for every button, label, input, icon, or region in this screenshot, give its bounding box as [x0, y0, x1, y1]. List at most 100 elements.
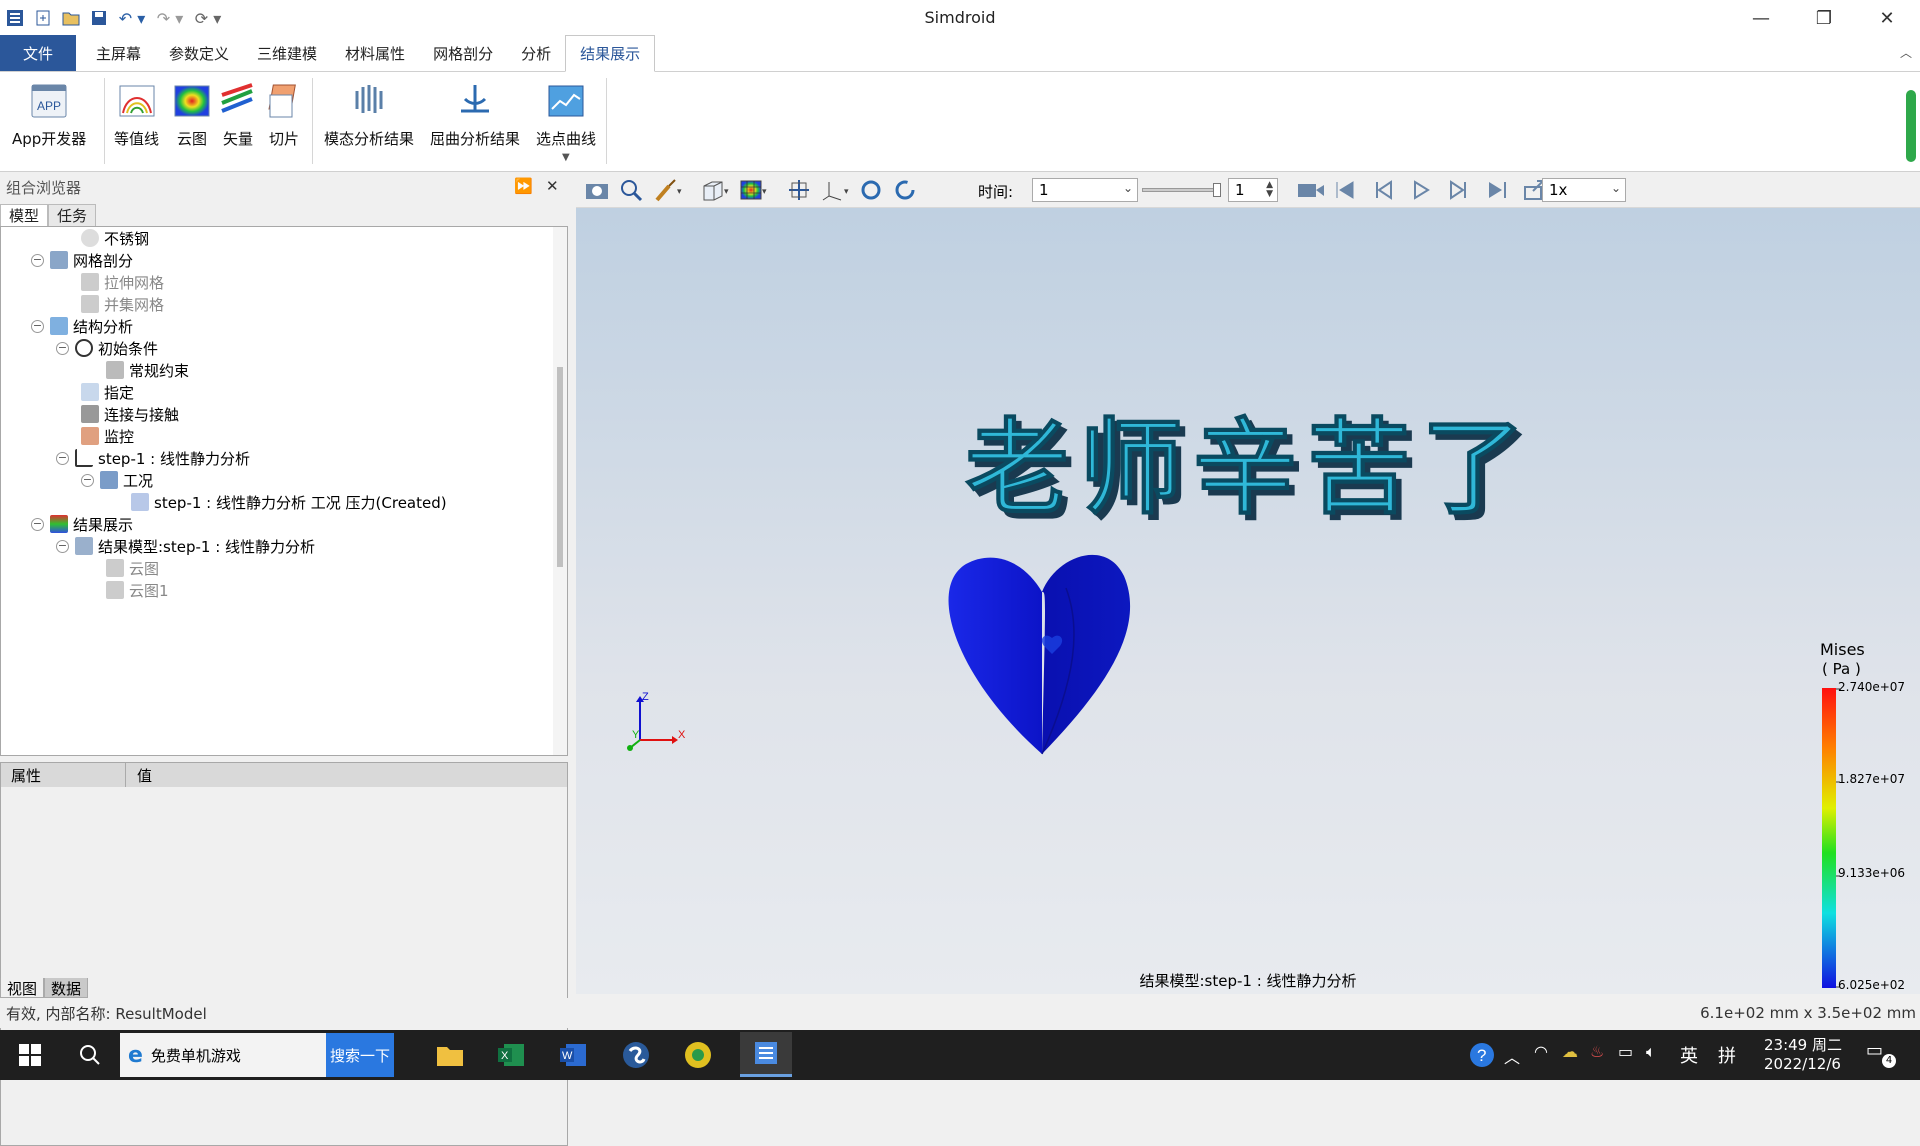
- tree-item[interactable]: 不锈钢: [81, 227, 149, 249]
- next-frame-icon[interactable]: [1444, 176, 1474, 204]
- battery-icon[interactable]: ▭: [1618, 1042, 1633, 1061]
- tab-home[interactable]: 主屏幕: [82, 35, 155, 71]
- clear-icon[interactable]: ▾: [650, 176, 686, 204]
- cloud-map-button[interactable]: 云图: [172, 80, 212, 149]
- close-button[interactable]: ✕: [1856, 0, 1918, 36]
- tab-task[interactable]: 任务: [48, 204, 97, 226]
- tab-material[interactable]: 材料属性: [331, 35, 419, 71]
- open-icon[interactable]: [58, 5, 84, 31]
- collapse-ribbon-icon[interactable]: ︿: [1900, 44, 1912, 61]
- 3d-viewport[interactable]: 老师辛苦了 老师辛苦了 Z X Y Mises ( Pa ) 2.740e+07…: [576, 208, 1920, 994]
- ime-indicator[interactable]: 拼: [1718, 1042, 1736, 1068]
- first-frame-icon[interactable]: [1330, 176, 1360, 204]
- taskbar-search-box[interactable]: e 免费单机游戏: [120, 1033, 326, 1077]
- scroll-thumb[interactable]: [557, 367, 563, 567]
- wifi-icon[interactable]: ◠: [1534, 1042, 1548, 1061]
- collapse-icon[interactable]: −: [56, 451, 69, 465]
- tab-view[interactable]: 视图: [0, 978, 45, 998]
- notification-icon[interactable]: ▭: [1866, 1040, 1883, 1061]
- tree-item[interactable]: 云图1: [106, 579, 169, 601]
- redo-icon[interactable]: ↷ ▾: [152, 5, 188, 31]
- tree-item[interactable]: 云图: [106, 557, 159, 579]
- step-spinbox[interactable]: 1 ▲ ▼: [1228, 178, 1278, 202]
- render-mode-icon[interactable]: ▾: [736, 176, 772, 204]
- weather-icon[interactable]: ☁: [1562, 1042, 1578, 1061]
- word-icon[interactable]: W: [554, 1035, 594, 1075]
- tree-item[interactable]: 指定: [81, 381, 134, 403]
- time-slider[interactable]: [1142, 183, 1221, 197]
- minimize-button[interactable]: —: [1730, 0, 1792, 36]
- play-icon[interactable]: [1406, 176, 1436, 204]
- volume-icon[interactable]: 🔈︎: [1646, 1042, 1656, 1062]
- tree-item[interactable]: − 结构分析: [31, 315, 133, 337]
- tree-item[interactable]: − 结果展示: [31, 513, 133, 535]
- buckling-results-button[interactable]: 屈曲分析结果: [430, 80, 520, 149]
- close-icon[interactable]: ✕: [546, 177, 559, 195]
- save-icon[interactable]: [86, 5, 112, 31]
- tree-item[interactable]: 拉伸网格: [81, 271, 164, 293]
- heart-model[interactable]: [948, 554, 1131, 755]
- clock-time[interactable]: 23:49 周二: [1764, 1034, 1842, 1055]
- dropdown-arrow-icon[interactable]: ▼: [562, 152, 570, 163]
- tree-scrollbar[interactable]: [553, 227, 567, 755]
- vector-button[interactable]: 矢量: [218, 80, 258, 149]
- expand-icon[interactable]: ⏩: [514, 177, 533, 195]
- start-icon[interactable]: [10, 1035, 50, 1075]
- point-curve-button[interactable]: 选点曲线: [536, 80, 596, 149]
- modal-results-button[interactable]: 模态分析结果: [324, 80, 414, 149]
- search-go-button[interactable]: 搜索一下: [326, 1033, 394, 1077]
- tree-item[interactable]: 并集网格: [81, 293, 164, 315]
- tree-item[interactable]: − 工况: [81, 469, 153, 491]
- 3d-text[interactable]: 老师辛苦了 老师辛苦了: [964, 407, 1541, 536]
- contour-line-button[interactable]: 等值线: [114, 80, 159, 149]
- time-select[interactable]: 1 ⌄: [1032, 178, 1138, 202]
- last-frame-icon[interactable]: [1482, 176, 1512, 204]
- tab-params[interactable]: 参数定义: [155, 35, 243, 71]
- rotate-ccw-icon[interactable]: [890, 176, 920, 204]
- previous-frame-icon[interactable]: [1368, 176, 1398, 204]
- tree-item[interactable]: − 网格剖分: [31, 249, 133, 271]
- undo-icon[interactable]: ↶ ▾: [114, 5, 150, 31]
- usb-icon[interactable]: ♨: [1590, 1042, 1604, 1061]
- excel-icon[interactable]: X: [492, 1035, 532, 1075]
- ribbon-scrollbar[interactable]: [1906, 90, 1916, 162]
- zoom-icon[interactable]: [616, 176, 646, 204]
- tree-item[interactable]: 连接与接触: [81, 403, 179, 425]
- new-icon[interactable]: [30, 5, 56, 31]
- speed-select[interactable]: 1x ⌄: [1542, 178, 1626, 202]
- rotate-cw-icon[interactable]: [856, 176, 886, 204]
- lang-indicator[interactable]: 英: [1680, 1042, 1698, 1068]
- refresh-icon[interactable]: ⟳ ▾: [190, 5, 226, 31]
- slider-handle[interactable]: [1213, 183, 1221, 197]
- collapse-icon[interactable]: −: [56, 539, 69, 553]
- collapse-icon[interactable]: −: [31, 319, 44, 333]
- tab-data[interactable]: 数据: [44, 978, 89, 998]
- help-icon[interactable]: ?: [1462, 1035, 1502, 1075]
- axis-icon[interactable]: ▾: [818, 176, 854, 204]
- collapse-icon[interactable]: −: [81, 473, 94, 487]
- file-explorer-icon[interactable]: [430, 1035, 470, 1075]
- restore-button[interactable]: ❐: [1793, 0, 1855, 36]
- clock-date[interactable]: 2022/12/6: [1764, 1055, 1841, 1073]
- tree-item[interactable]: step-1 : 线性静力分析 工况 压力(Created): [131, 491, 447, 513]
- tab-model[interactable]: 模型: [0, 204, 49, 226]
- app-icon[interactable]: [2, 5, 28, 31]
- tree-item[interactable]: 监控: [81, 425, 134, 447]
- tree-item[interactable]: − 结果模型:step-1 : 线性静力分析: [56, 535, 315, 557]
- collapse-icon[interactable]: −: [56, 341, 69, 355]
- tab-results[interactable]: 结果展示: [565, 35, 656, 72]
- simdroid-taskbar-icon[interactable]: [740, 1032, 792, 1077]
- screenshot-icon[interactable]: [582, 176, 612, 204]
- fit-view-icon[interactable]: [784, 176, 814, 204]
- tab-analysis[interactable]: 分析: [507, 35, 565, 71]
- tree-item[interactable]: − 初始条件: [56, 337, 158, 359]
- collapse-icon[interactable]: −: [31, 253, 44, 267]
- slice-button[interactable]: 切片: [264, 80, 304, 149]
- collapse-icon[interactable]: −: [31, 517, 44, 531]
- tab-file[interactable]: 文件: [0, 35, 76, 71]
- tab-3d-modeling[interactable]: 三维建模: [243, 35, 331, 71]
- app-yellow-icon[interactable]: [678, 1035, 718, 1075]
- simdroid-s-icon[interactable]: [616, 1035, 656, 1075]
- view-cube-icon[interactable]: ▾: [698, 176, 734, 204]
- tab-mesh[interactable]: 网格剖分: [419, 35, 507, 71]
